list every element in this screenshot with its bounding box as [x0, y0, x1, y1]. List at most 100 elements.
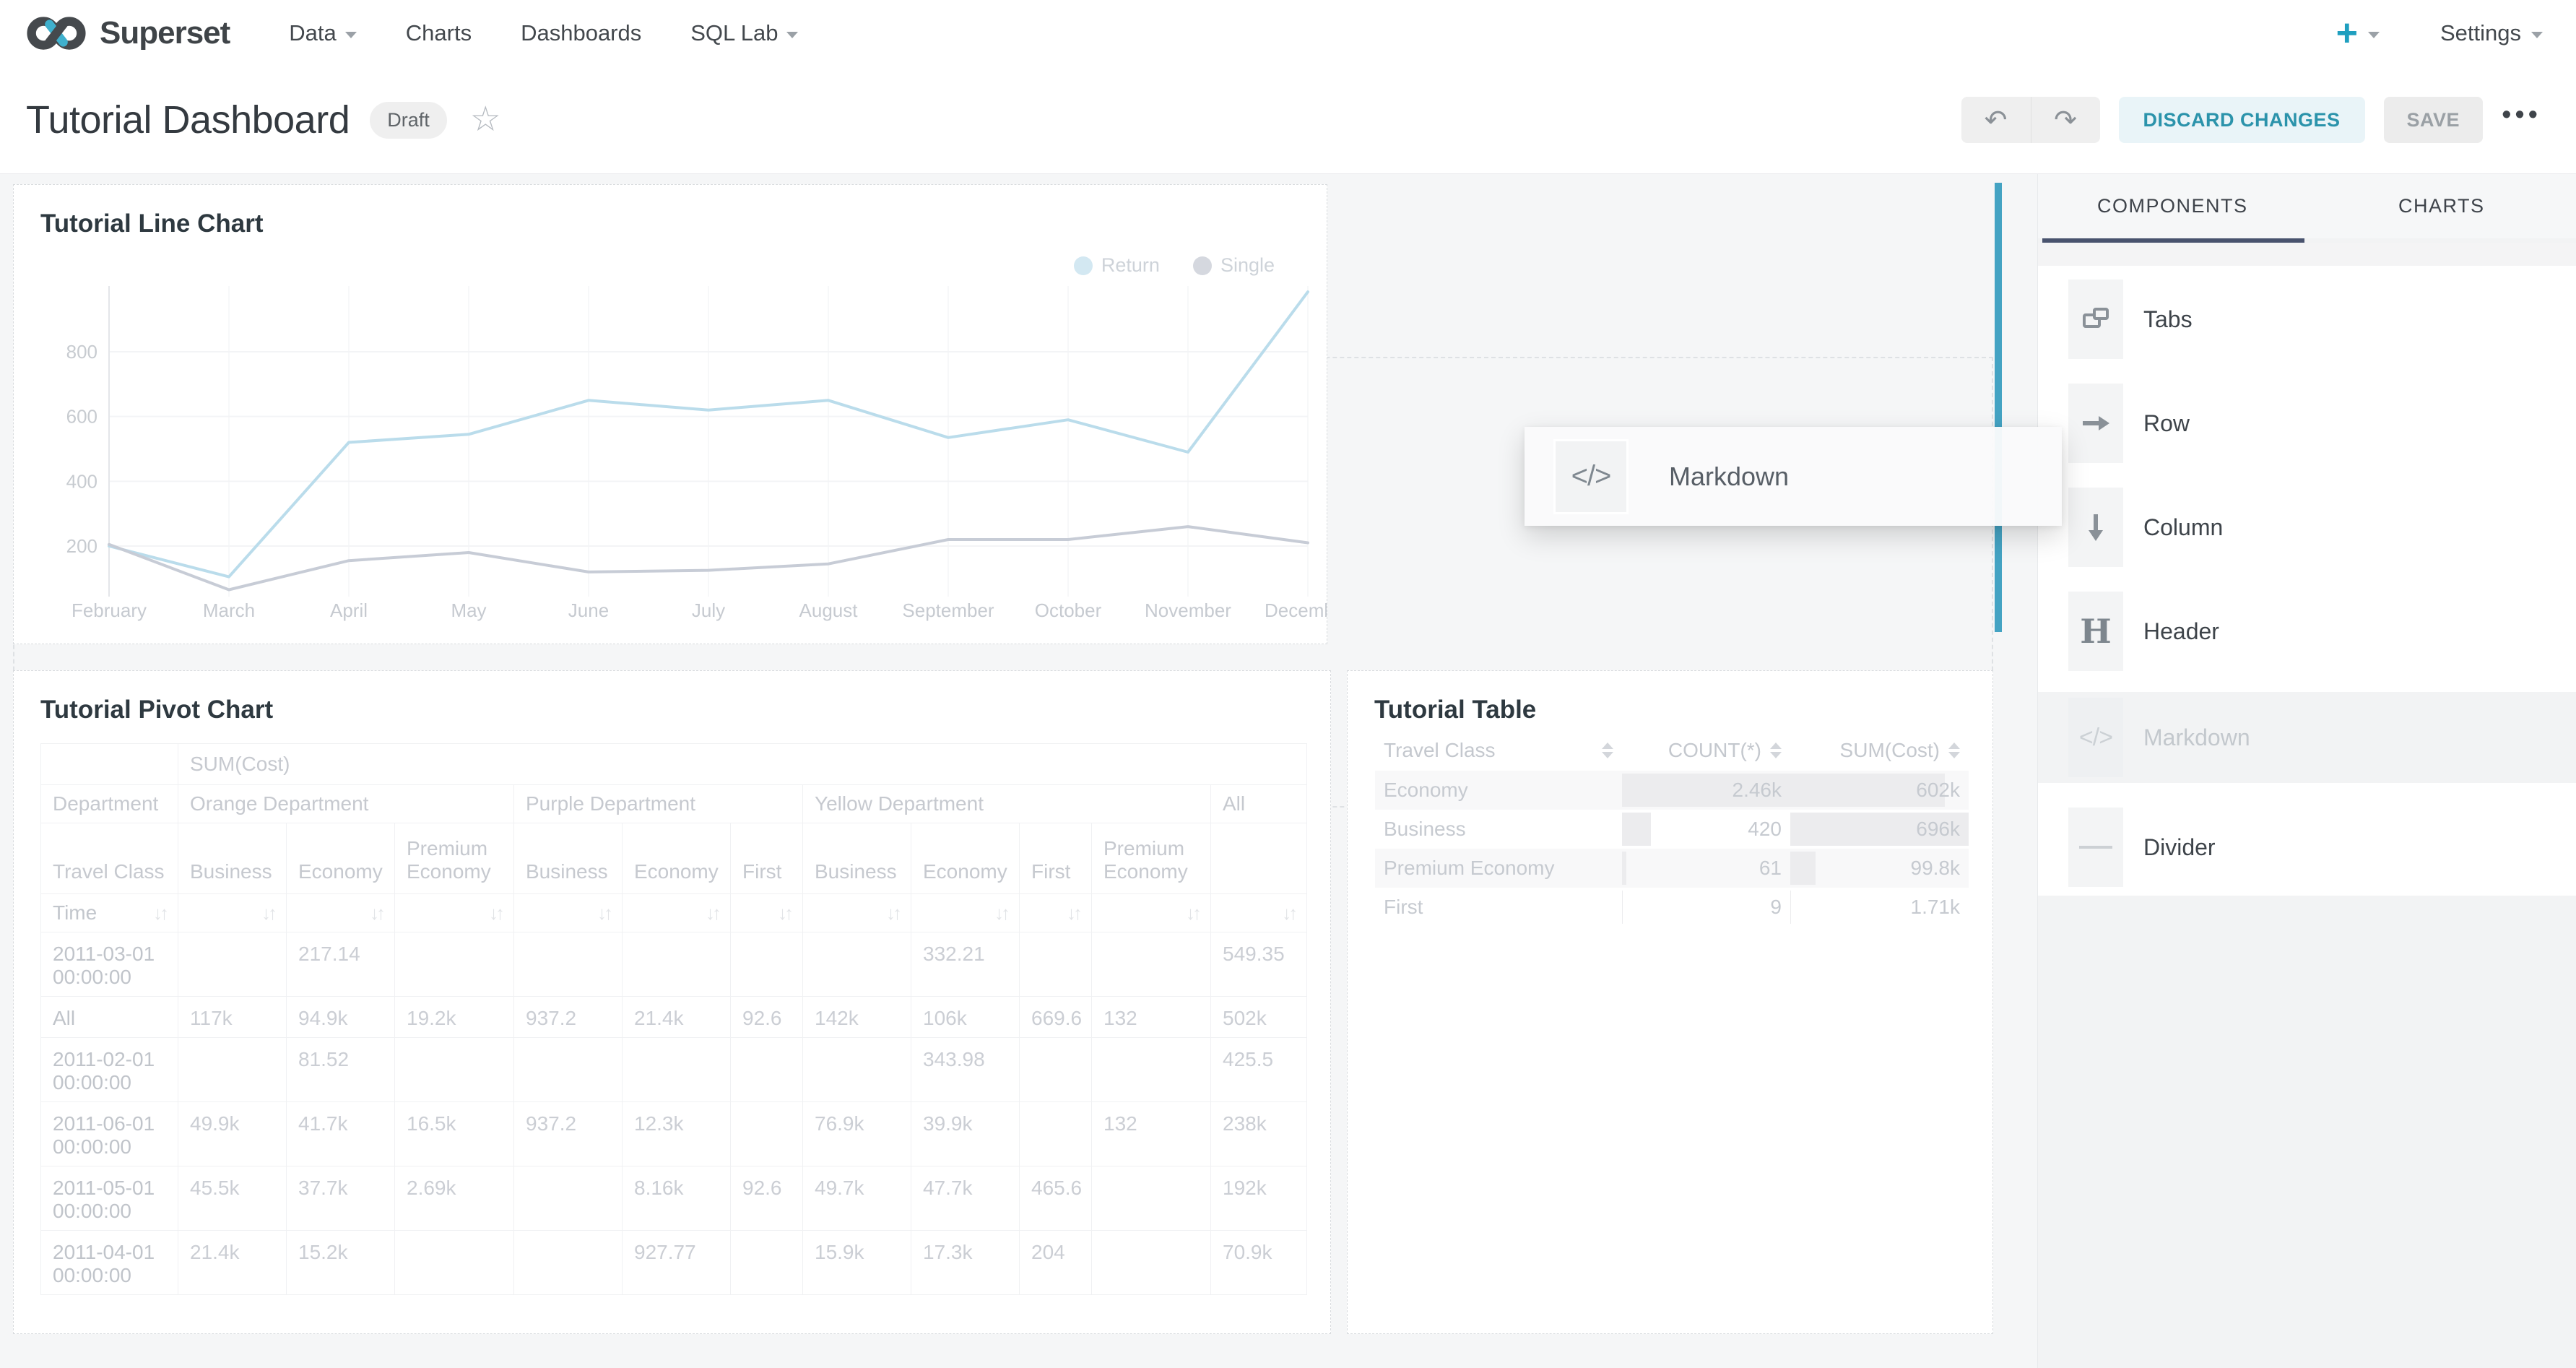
sort-icon[interactable]: ↓↑: [261, 902, 274, 925]
pivot-group-header: Orange Department: [178, 785, 514, 823]
table-cell-travel-class: Premium Economy: [1375, 849, 1622, 888]
component-item-markdown-dragging[interactable]: </>Markdown: [2038, 692, 2576, 783]
component-item-tabs[interactable]: Tabs: [2068, 280, 2193, 359]
nav-item-charts[interactable]: Charts: [381, 0, 496, 66]
draft-badge: Draft: [370, 102, 447, 139]
nav-item-dashboards[interactable]: Dashboards: [496, 0, 666, 66]
discard-changes-button[interactable]: DISCARD CHANGES: [2119, 97, 2365, 143]
nav-item-label: SQL Lab: [690, 20, 778, 46]
tab-charts[interactable]: CHARTS: [2307, 174, 2576, 238]
table-column-header[interactable]: SUM(Cost): [1790, 730, 1969, 771]
chart-card-table[interactable]: Tutorial Table Travel ClassCOUNT(*)SUM(C…: [1347, 670, 1993, 1334]
nav-item-label: Dashboards: [521, 20, 641, 46]
svg-text:September: September: [902, 599, 994, 621]
legend-item-return[interactable]: Return: [1074, 254, 1160, 277]
tab-components[interactable]: COMPONENTS: [2038, 174, 2307, 238]
save-button[interactable]: SAVE: [2384, 97, 2484, 143]
table-cell-count: 2.46k: [1622, 771, 1790, 810]
chart-card-line[interactable]: Tutorial Line Chart 200400600800February…: [13, 184, 1327, 644]
legend-item-single[interactable]: Single: [1193, 254, 1275, 277]
more-options-button[interactable]: •••: [2502, 101, 2541, 139]
pivot-value-cell: [178, 932, 287, 997]
dashboard-title[interactable]: Tutorial Dashboard: [26, 98, 350, 142]
sort-icon[interactable]: ↓↑: [706, 902, 719, 925]
nav-item-sql-lab[interactable]: SQL Lab: [666, 0, 823, 66]
chevron-down-icon: [2368, 32, 2380, 38]
header-icon: H: [2068, 592, 2123, 671]
pivot-value-cell: 465.6: [1020, 1166, 1092, 1231]
superset-logo[interactable]: Superset: [25, 13, 230, 53]
svg-text:August: August: [799, 599, 859, 621]
favorite-star-icon[interactable]: ☆: [470, 103, 501, 137]
sort-icon[interactable]: ↓↑: [153, 902, 166, 925]
pivot-value-cell: [1020, 1102, 1092, 1166]
undo-button[interactable]: ↶: [1961, 97, 2031, 143]
nav-item-data[interactable]: Data: [264, 0, 381, 66]
svg-text:October: October: [1035, 599, 1102, 621]
pivot-sort-cell: ↓↑: [1211, 894, 1307, 932]
pivot-sort-cell: ↓↑: [178, 894, 287, 932]
sort-icon[interactable]: ↓↑: [1067, 902, 1080, 925]
legend-label: Return: [1101, 254, 1160, 277]
chart-legend: Return Single: [1074, 254, 1275, 277]
row-arrow-icon: [2068, 384, 2123, 463]
sort-icon[interactable]: ↓↑: [489, 902, 502, 925]
sort-icon[interactable]: ↓↑: [778, 902, 791, 925]
pivot-value-cell: 332.21: [911, 932, 1020, 997]
new-item-button[interactable]: +: [2336, 14, 2380, 52]
pivot-value-cell: [1092, 932, 1211, 997]
pivot-subcol-header: Economy: [287, 823, 395, 894]
pivot-subcol-header: Business: [803, 823, 911, 894]
pivot-value-cell: [1020, 1038, 1092, 1102]
sort-icon[interactable]: ↓↑: [1282, 902, 1295, 925]
sort-icon[interactable]: ↓↑: [370, 902, 383, 925]
sort-icon[interactable]: ↓↑: [1186, 902, 1199, 925]
table-cell-sum: 696k: [1790, 810, 1969, 849]
svg-text:November: November: [1145, 599, 1231, 621]
pivot-subcol-header: First: [731, 823, 803, 894]
chart-card-pivot[interactable]: Tutorial Pivot Chart SUM(Cost)Department…: [13, 670, 1331, 1334]
pivot-value-cell: 16.5k: [395, 1102, 514, 1166]
drag-preview-label: Markdown: [1669, 462, 1789, 492]
pivot-value-cell: 192k: [1211, 1166, 1307, 1231]
redo-button[interactable]: ↷: [2031, 97, 2100, 143]
sort-icon[interactable]: ↓↑: [994, 902, 1007, 925]
pivot-subcol-header: Premium Economy: [395, 823, 514, 894]
pivot-value-cell: [514, 932, 623, 997]
svg-text:400: 400: [66, 470, 97, 492]
pivot-value-cell: 94.9k: [287, 997, 395, 1038]
pivot-metric-header: SUM(Cost): [178, 744, 1307, 785]
svg-text:March: March: [203, 599, 255, 621]
sort-icon[interactable]: [1770, 743, 1782, 758]
settings-menu[interactable]: Settings: [2440, 20, 2543, 46]
table-cell-sum: 1.71k: [1790, 888, 1969, 927]
component-item-column[interactable]: Column: [2068, 488, 2223, 567]
pivot-value-cell: 204: [1020, 1231, 1092, 1295]
sort-icon[interactable]: ↓↑: [597, 902, 610, 925]
pivot-value-cell: 12.3k: [623, 1102, 731, 1166]
dashboard-header: Tutorial Dashboard Draft ☆ ↶ ↷ DISCARD C…: [0, 66, 2576, 174]
markdown-drag-preview[interactable]: </> Markdown: [1525, 427, 2062, 526]
pivot-value-cell: 502k: [1211, 997, 1307, 1038]
table-column-header[interactable]: Travel Class: [1375, 730, 1622, 771]
pivot-sort-cell: ↓↑: [623, 894, 731, 932]
component-item-row[interactable]: Row: [2068, 384, 2190, 463]
pivot-value-cell: [731, 1038, 803, 1102]
superset-logo-icon: [25, 13, 88, 53]
nav-item-label: Charts: [406, 20, 472, 46]
component-item-divider[interactable]: Divider: [2068, 808, 2216, 887]
sort-icon[interactable]: ↓↑: [886, 902, 899, 925]
nav-item-label: Data: [289, 20, 336, 46]
pivot-table: SUM(Cost)DepartmentOrange DepartmentPurp…: [40, 743, 1307, 1295]
pivot-value-cell: 142k: [803, 997, 911, 1038]
component-item-header[interactable]: HHeader: [2068, 592, 2219, 671]
chart-title: Tutorial Pivot Chart: [40, 696, 273, 724]
sort-icon[interactable]: [1948, 743, 1960, 758]
table-column-header[interactable]: COUNT(*): [1622, 730, 1790, 771]
chevron-down-icon: [786, 32, 798, 38]
sort-icon[interactable]: [1602, 743, 1613, 758]
pivot-row-label: 2011-03-01 00:00:00: [41, 932, 178, 997]
pivot-value-cell: [514, 1038, 623, 1102]
pivot-value-cell: [731, 1102, 803, 1166]
pivot-row: 2011-02-01 00:00:0081.52343.98425.5: [41, 1038, 1307, 1102]
